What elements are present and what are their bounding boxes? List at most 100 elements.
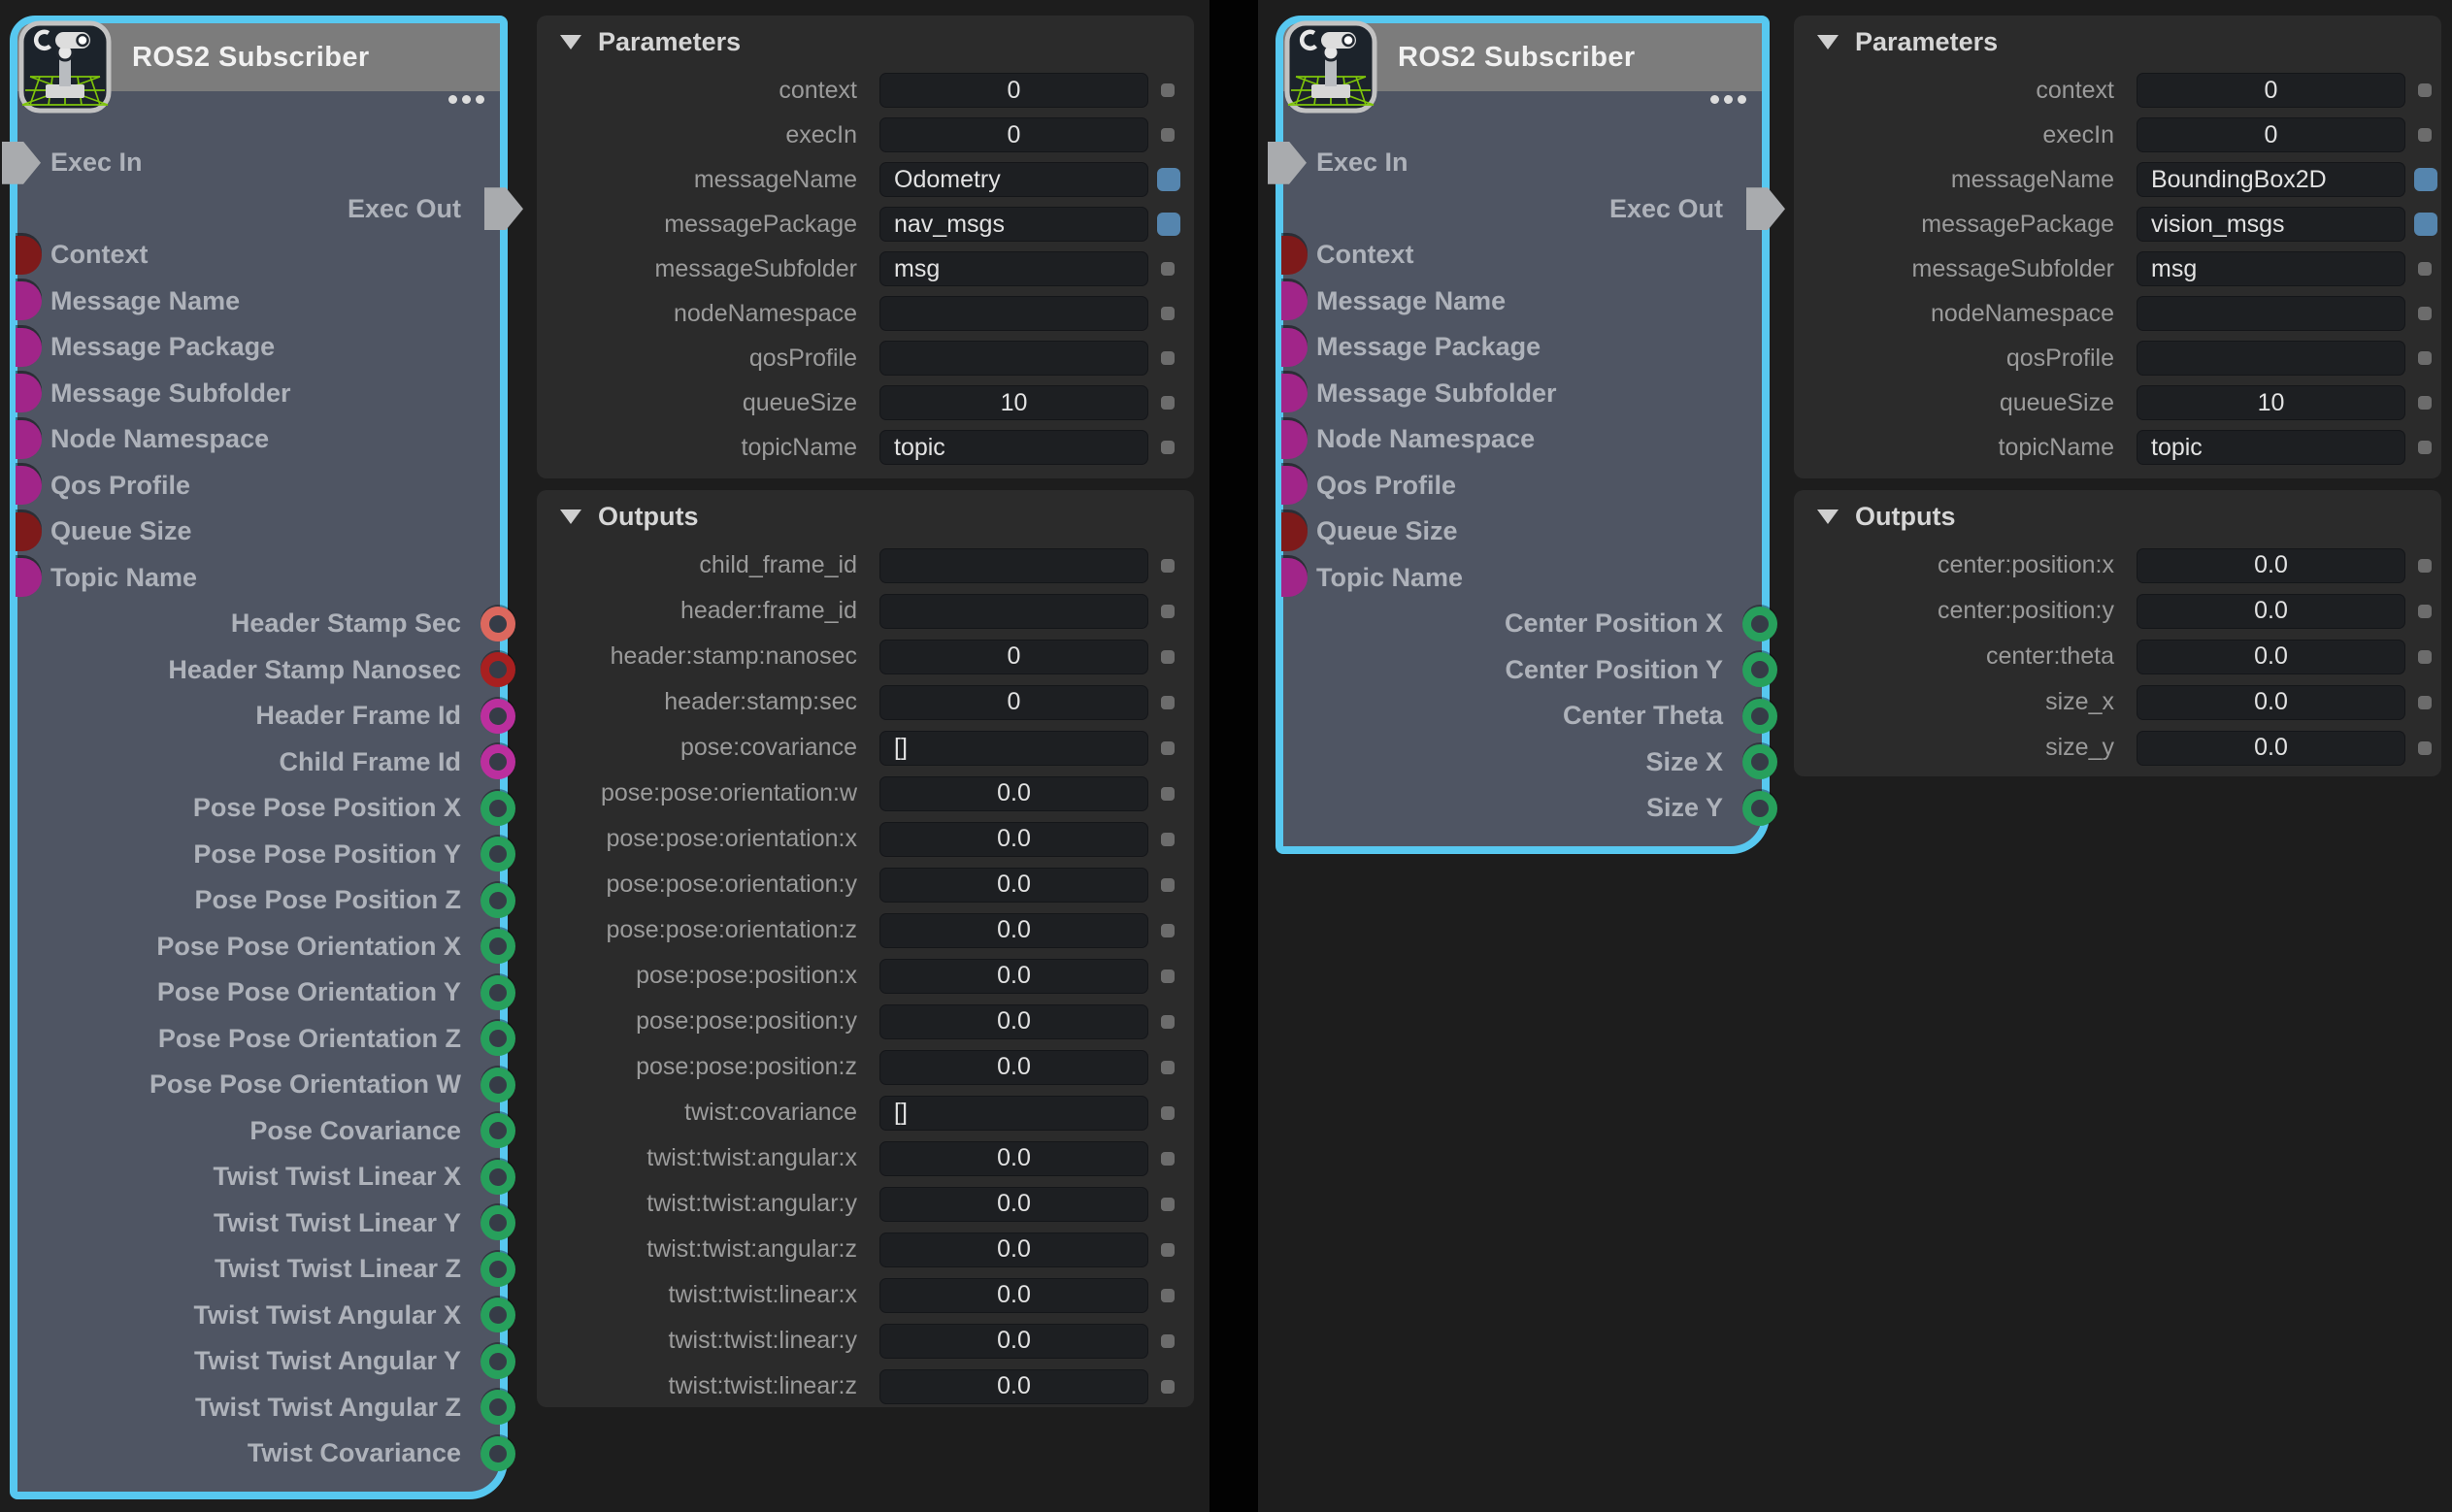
attribute-state-badge[interactable]: [2418, 128, 2432, 142]
port-connector-icon[interactable]: [480, 652, 515, 687]
port-connector-icon[interactable]: [480, 1205, 515, 1240]
attribute-state-badge[interactable]: [1161, 128, 1175, 142]
attribute-value-field[interactable]: [879, 296, 1148, 331]
attribute-value-field[interactable]: 0.0: [879, 1369, 1148, 1404]
port-connector-icon[interactable]: [16, 236, 42, 275]
attribute-value-field[interactable]: msg: [2137, 251, 2405, 286]
port-connector-icon[interactable]: [16, 281, 42, 320]
port-connector-icon[interactable]: [1742, 607, 1777, 641]
attribute-value-field[interactable]: Odometry: [879, 162, 1148, 197]
section-header-parameters[interactable]: Parameters: [537, 16, 1194, 68]
attribute-state-badge[interactable]: [1161, 787, 1175, 801]
attribute-state-badge[interactable]: [2418, 650, 2432, 664]
port-connector-icon[interactable]: [1742, 699, 1777, 734]
attribute-value-field[interactable]: 0.0: [879, 959, 1148, 994]
attribute-state-badge[interactable]: [1161, 924, 1175, 937]
node-ros2-subscriber-odometry[interactable]: ROS2 Subscriber Exec In Exec Out Context…: [10, 16, 508, 1499]
port-connector-icon[interactable]: [1281, 374, 1308, 412]
attribute-value-field[interactable]: nav_msgs: [879, 207, 1148, 242]
attribute-state-badge[interactable]: [1161, 441, 1175, 454]
attribute-value-field[interactable]: vision_msgs: [2137, 207, 2405, 242]
attribute-value-field[interactable]: topic: [879, 430, 1148, 465]
attribute-state-badge[interactable]: [1161, 878, 1175, 892]
port-connector-icon[interactable]: [1281, 466, 1308, 505]
attribute-state-badge[interactable]: [1161, 1152, 1175, 1166]
attribute-state-badge[interactable]: [1161, 1334, 1175, 1348]
attribute-value-field[interactable]: [879, 548, 1148, 583]
attribute-value-field[interactable]: 0.0: [879, 776, 1148, 811]
attribute-value-field[interactable]: BoundingBox2D: [2137, 162, 2405, 197]
attribute-value-field[interactable]: 0: [879, 640, 1148, 674]
attribute-value-field[interactable]: 10: [879, 385, 1148, 420]
port-connector-icon[interactable]: [1742, 791, 1777, 826]
attribute-state-badge[interactable]: [1161, 1380, 1175, 1394]
attribute-value-field[interactable]: 0.0: [2137, 594, 2405, 629]
port-connector-icon[interactable]: [1746, 187, 1785, 230]
port-connector-icon[interactable]: [480, 791, 515, 826]
attribute-state-badge[interactable]: [1161, 696, 1175, 709]
port-connector-icon[interactable]: [480, 1436, 515, 1471]
attribute-value-field[interactable]: [2137, 296, 2405, 331]
port-connector-icon[interactable]: [480, 837, 515, 871]
port-connector-icon[interactable]: [484, 187, 523, 230]
attribute-value-field[interactable]: 0.0: [879, 822, 1148, 857]
port-connector-icon[interactable]: [480, 975, 515, 1010]
attribute-value-field[interactable]: 0.0: [879, 868, 1148, 903]
attribute-value-field[interactable]: 0.0: [879, 1004, 1148, 1039]
attribute-state-badge[interactable]: [1161, 1289, 1175, 1302]
port-connector-icon[interactable]: [1281, 328, 1308, 367]
port-connector-icon[interactable]: [16, 466, 42, 505]
attribute-value-field[interactable]: 0.0: [879, 913, 1148, 948]
attribute-state-badge[interactable]: [2418, 559, 2432, 573]
attribute-value-field[interactable]: 0: [879, 685, 1148, 720]
attribute-state-badge[interactable]: [1161, 970, 1175, 983]
attribute-value-field[interactable]: topic: [2137, 430, 2405, 465]
port-connector-icon[interactable]: [480, 883, 515, 918]
port-connector-icon[interactable]: [480, 1344, 515, 1379]
attribute-value-field[interactable]: 0.0: [879, 1187, 1148, 1222]
attribute-state-badge[interactable]: [2418, 83, 2432, 97]
port-connector-icon[interactable]: [1742, 652, 1777, 687]
port-connector-icon[interactable]: [480, 929, 515, 964]
attribute-value-field[interactable]: 0.0: [2137, 685, 2405, 720]
port-connector-icon[interactable]: [1281, 558, 1308, 597]
port-connector-icon[interactable]: [1268, 142, 1307, 184]
port-connector-icon[interactable]: [2, 142, 41, 184]
section-header-parameters[interactable]: Parameters: [1794, 16, 2441, 68]
attribute-value-field[interactable]: [2137, 341, 2405, 376]
port-connector-icon[interactable]: [480, 1252, 515, 1287]
port-connector-icon[interactable]: [480, 1068, 515, 1102]
port-connector-icon[interactable]: [16, 512, 42, 551]
attribute-state-badge[interactable]: [1161, 83, 1175, 97]
attribute-state-badge[interactable]: [2418, 696, 2432, 709]
port-connector-icon[interactable]: [16, 420, 42, 459]
port-connector-icon[interactable]: [1281, 420, 1308, 459]
port-connector-icon[interactable]: [480, 1113, 515, 1148]
graph-canvas-right[interactable]: ROS2 Subscriber Exec In Exec Out Context…: [1258, 0, 2452, 1512]
attribute-state-badge[interactable]: [2414, 168, 2437, 191]
attribute-value-field[interactable]: 0.0: [2137, 731, 2405, 766]
attribute-value-field[interactable]: 0.0: [879, 1141, 1148, 1176]
attribute-value-field[interactable]: 0: [879, 117, 1148, 152]
port-connector-icon[interactable]: [1281, 236, 1308, 275]
port-connector-icon[interactable]: [480, 1021, 515, 1056]
port-connector-icon[interactable]: [480, 1160, 515, 1195]
attribute-value-field[interactable]: 0.0: [879, 1278, 1148, 1313]
attribute-state-badge[interactable]: [1161, 741, 1175, 755]
port-connector-icon[interactable]: [1281, 281, 1308, 320]
attribute-state-badge[interactable]: [2414, 213, 2437, 236]
attribute-state-badge[interactable]: [2418, 441, 2432, 454]
attribute-state-badge[interactable]: [1161, 833, 1175, 846]
section-header-outputs[interactable]: Outputs: [537, 490, 1194, 542]
collapse-triangle-icon[interactable]: [1817, 35, 1839, 49]
port-connector-icon[interactable]: [480, 699, 515, 734]
port-connector-icon[interactable]: [16, 328, 42, 367]
attribute-state-badge[interactable]: [2418, 262, 2432, 276]
attribute-state-badge[interactable]: [2418, 307, 2432, 320]
attribute-state-badge[interactable]: [1161, 396, 1175, 410]
collapse-triangle-icon[interactable]: [560, 35, 581, 49]
more-options-dots-icon[interactable]: [1710, 95, 1746, 104]
attribute-state-badge[interactable]: [1161, 1243, 1175, 1257]
attribute-state-badge[interactable]: [1161, 262, 1175, 276]
port-connector-icon[interactable]: [1281, 512, 1308, 551]
